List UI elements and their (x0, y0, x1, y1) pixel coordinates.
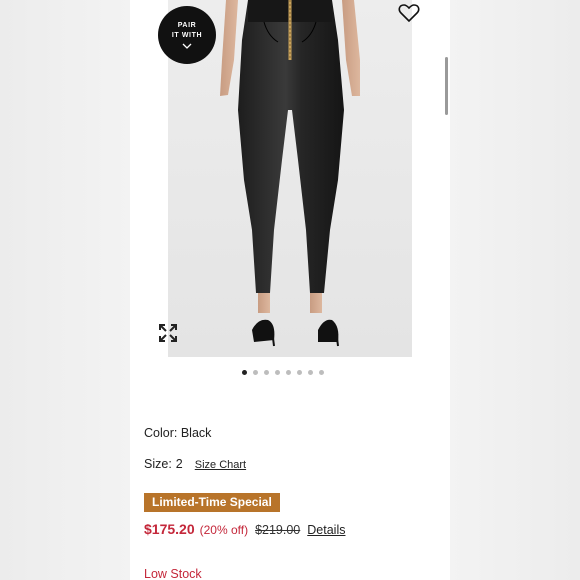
heart-icon[interactable] (398, 3, 420, 23)
carousel-dot[interactable] (264, 370, 269, 375)
color-label: Color: (144, 426, 178, 440)
size-value: 2 (175, 457, 183, 471)
details-link[interactable]: Details (307, 523, 345, 537)
carousel-dot[interactable] (242, 370, 247, 375)
promo-badge: Limited-Time Special (144, 493, 280, 512)
color-value: Black (180, 426, 212, 440)
carousel-dots (242, 370, 324, 375)
discount-text: (20% off) (199, 523, 249, 537)
pair-badge-line2: IT WITH (171, 31, 203, 39)
carousel-dot[interactable] (286, 370, 291, 375)
size-label: Size: (144, 457, 172, 471)
stock-status: Low Stock (144, 567, 202, 580)
color-row: Color: Black (144, 426, 211, 440)
expand-icon[interactable] (158, 323, 178, 343)
size-row: Size: 2 Size Chart (144, 457, 246, 471)
size-chart-link[interactable]: Size Chart (195, 459, 246, 471)
carousel-dot[interactable] (297, 370, 302, 375)
carousel-dot[interactable] (308, 370, 313, 375)
scrollbar[interactable] (445, 57, 448, 115)
pair-it-with-button[interactable]: PAIR IT WITH (158, 6, 216, 64)
price-row: $175.20 (20% off) $219.00 Details (144, 521, 345, 537)
left-background (0, 0, 130, 580)
pair-badge-line1: PAIR (177, 21, 197, 29)
carousel-dot[interactable] (253, 370, 258, 375)
product-page: PAIR IT WITH Color: Black Size: 2 Size C… (130, 0, 450, 580)
chevron-down-icon (182, 42, 192, 50)
sale-price: $175.20 (144, 521, 195, 537)
original-price: $219.00 (255, 523, 301, 537)
carousel-dot[interactable] (319, 370, 324, 375)
carousel-dot[interactable] (275, 370, 280, 375)
right-background (450, 0, 580, 580)
